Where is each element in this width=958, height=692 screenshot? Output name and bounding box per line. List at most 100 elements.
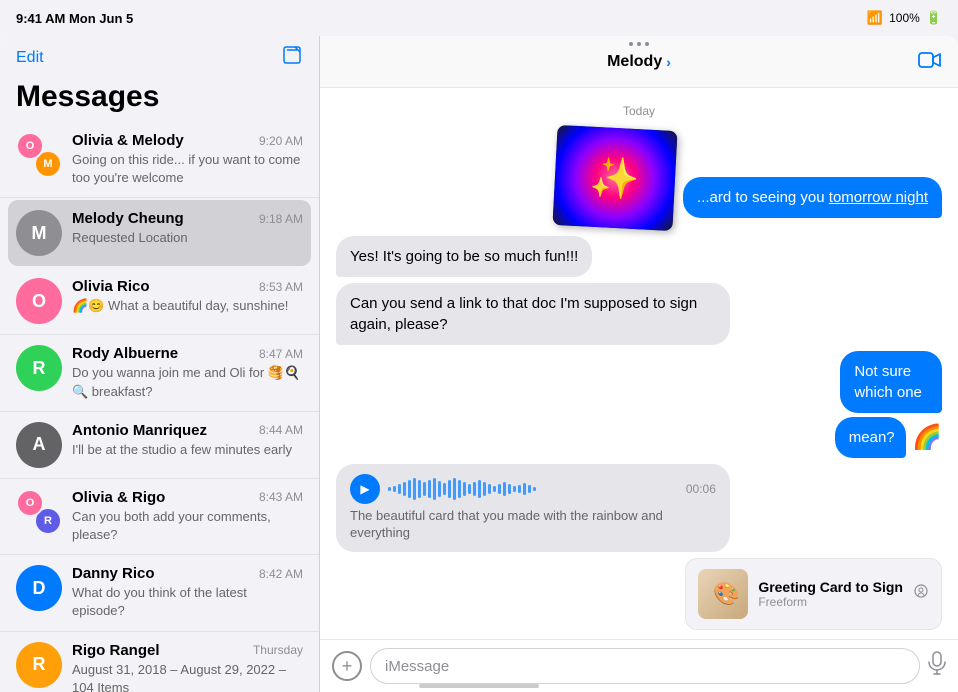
chat-name: Melody: [607, 53, 662, 71]
waveform-bar: [463, 482, 466, 496]
link-subtitle: Freeform: [758, 595, 903, 609]
chat-title[interactable]: Melody ›: [607, 53, 671, 71]
firework-image: ✨: [552, 125, 677, 231]
conv-preview: Going on this ride... if you want to com…: [72, 151, 303, 187]
voice-message: ▶ 00:06 The beautiful card that you made…: [336, 464, 730, 552]
voice-message-row: ▶ 00:06 The beautiful card that you made…: [336, 464, 942, 552]
chat-area: Melody › Today ✨ ...a: [320, 36, 958, 692]
waveform-bar: [433, 478, 436, 500]
waveform-bar: [448, 480, 451, 498]
home-indicator: [419, 684, 539, 688]
conv-content: Olivia & Rigo 8:43 AM Can you both add y…: [72, 489, 303, 544]
waveform-bar: [388, 487, 391, 491]
messages-title: Messages: [0, 76, 319, 122]
waveform-bar: [473, 482, 476, 496]
message-input[interactable]: iMessage: [370, 648, 920, 684]
battery-icon: 🔋: [926, 10, 942, 26]
waveform-bar: [418, 480, 421, 498]
conv-top: Rody Albuerne 8:47 AM: [72, 345, 303, 362]
conversation-item[interactable]: O M Olivia & Melody 9:20 AM Going on thi…: [0, 122, 319, 198]
compose-button[interactable]: [281, 44, 303, 72]
chat-messages: Today ✨ ...ard to seeing you tomorrow ni…: [320, 88, 958, 639]
waveform-bar: [503, 482, 506, 496]
conversation-list: O M Olivia & Melody 9:20 AM Going on thi…: [0, 122, 319, 692]
waveform-bar: [523, 483, 526, 495]
conv-top: Antonio Manriquez 8:44 AM: [72, 422, 303, 439]
conv-top: Olivia & Melody 9:20 AM: [72, 132, 303, 149]
conv-preview: What do you think of the latest episode?: [72, 584, 303, 620]
waveform-bar: [393, 486, 396, 492]
conversation-item[interactable]: A Antonio Manriquez 8:44 AM I'll be at t…: [0, 412, 319, 479]
conv-top: Rigo Rangel Thursday: [72, 642, 303, 659]
bubble-link[interactable]: tomorrow night: [829, 189, 928, 206]
conv-name: Rody Albuerne: [72, 345, 178, 362]
received-bubble: Can you send a link to that doc I'm supp…: [336, 283, 730, 345]
waveform-bar: [458, 480, 461, 498]
conv-name: Olivia Rico: [72, 278, 150, 295]
conv-content: Olivia & Melody 9:20 AM Going on this ri…: [72, 132, 303, 187]
play-button[interactable]: ▶: [350, 474, 380, 504]
waveform-bar: [428, 480, 431, 498]
waveform-bar: [398, 484, 401, 494]
sidebar-header: Edit: [0, 36, 319, 76]
conv-content: Olivia Rico 8:53 AM 🌈😊 What a beautiful …: [72, 278, 303, 315]
battery-level: 100%: [889, 11, 920, 25]
waveform: [388, 477, 678, 501]
waveform-bar: [468, 484, 471, 494]
chevron-icon: ›: [666, 54, 671, 70]
avatar-1: O: [16, 489, 44, 517]
microphone-button[interactable]: [928, 651, 946, 681]
add-attachment-button[interactable]: +: [332, 651, 362, 681]
date-label: Today: [336, 104, 942, 118]
waveform-bar: [403, 482, 406, 496]
conversation-item-active[interactable]: M Melody Cheung 9:18 AM Requested Locati…: [8, 200, 311, 266]
status-time: 9:41 AM Mon Jun 5: [16, 11, 133, 26]
waveform-bar: [518, 485, 521, 493]
avatar: M: [16, 210, 62, 256]
waveform-bar: [483, 482, 486, 496]
edit-button[interactable]: Edit: [16, 49, 44, 67]
conv-content: Rigo Rangel Thursday August 31, 2018 – A…: [72, 642, 303, 692]
conversation-item[interactable]: R Rody Albuerne 8:47 AM Do you wanna joi…: [0, 335, 319, 411]
conv-top: Melody Cheung 9:18 AM: [72, 210, 303, 227]
conv-preview: August 31, 2018 – August 29, 2022 – 104 …: [72, 661, 303, 692]
link-thumbnail: 🎨: [698, 569, 748, 619]
conv-content: Rody Albuerne 8:47 AM Do you wanna join …: [72, 345, 303, 400]
conv-preview: Do you wanna join me and Oli for 🥞🍳🔍 bre…: [72, 364, 303, 400]
video-call-button[interactable]: [918, 49, 942, 75]
voice-caption: The beautiful card that you made with th…: [350, 508, 716, 542]
waveform-bar: [533, 487, 536, 491]
conv-content: Melody Cheung 9:18 AM Requested Location: [72, 210, 303, 247]
bubble-text: Yes! It's going to be so much fun!!!: [350, 248, 578, 265]
conversation-item[interactable]: O Olivia Rico 8:53 AM 🌈😊 What a beautifu…: [0, 268, 319, 335]
conv-content: Danny Rico 8:42 AM What do you think of …: [72, 565, 303, 620]
conv-time: Thursday: [253, 643, 303, 657]
conv-preview: 🌈😊 What a beautiful day, sunshine!: [72, 297, 303, 315]
conv-preview: I'll be at the studio a few minutes earl…: [72, 441, 303, 459]
bubble-text: Can you send a link to that doc I'm supp…: [350, 295, 697, 333]
voice-controls: ▶ 00:06: [350, 474, 716, 504]
waveform-bar: [528, 485, 531, 493]
link-title: Greeting Card to Sign: [758, 579, 903, 595]
avatar-group: O R: [16, 489, 62, 535]
waveform-bar: [423, 482, 426, 496]
conversation-item[interactable]: O R Olivia & Rigo 8:43 AM Can you both a…: [0, 479, 319, 555]
conversation-item[interactable]: D Danny Rico 8:42 AM What do you think o…: [0, 555, 319, 631]
conv-top: Olivia Rico 8:53 AM: [72, 278, 303, 295]
conv-name: Danny Rico: [72, 565, 155, 582]
conv-name: Antonio Manriquez: [72, 422, 207, 439]
voice-duration: 00:06: [686, 482, 716, 496]
conv-name: Rigo Rangel: [72, 642, 160, 659]
avatar: D: [16, 565, 62, 611]
sidebar: Edit Messages O M Olivia & Melody: [0, 36, 320, 692]
message-row-image: ✨ ...ard to seeing you tomorrow night: [336, 128, 942, 228]
waveform-bar: [408, 480, 411, 498]
sent-msg-group: Not sure which one mean? 🌈: [786, 351, 942, 458]
message-row: Not sure which one mean? 🌈: [336, 351, 942, 458]
avatar-1: O: [16, 132, 44, 160]
conversation-item[interactable]: R Rigo Rangel Thursday August 31, 2018 –…: [0, 632, 319, 692]
avatar: R: [16, 642, 62, 688]
sent-bubble-2: mean?: [835, 417, 906, 458]
link-preview[interactable]: 🎨 Greeting Card to Sign Freeform: [685, 558, 942, 630]
avatar-group: O M: [16, 132, 62, 178]
